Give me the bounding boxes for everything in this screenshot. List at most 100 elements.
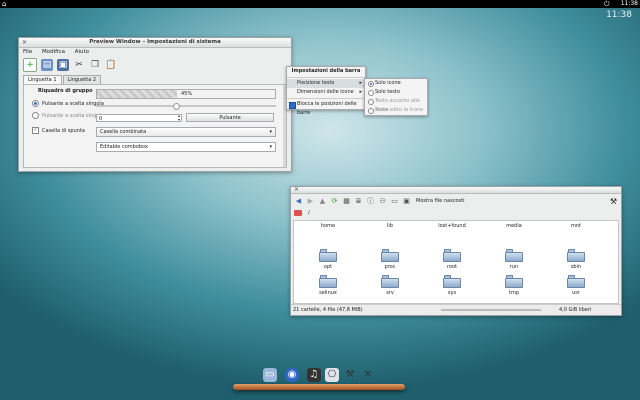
- browser-icon[interactable]: ◉: [285, 368, 299, 382]
- folder-label: tmp: [508, 290, 519, 296]
- spinbox[interactable]: 0 ▴ ▾: [96, 114, 182, 122]
- tab-2[interactable]: Linguetta 2: [62, 75, 102, 84]
- radio-label: Pulsante a scelta singola: [42, 100, 104, 107]
- checkbox-checked-icon[interactable]: ✓: [32, 127, 39, 134]
- submenu-label: Solo testo: [375, 89, 400, 95]
- power-icon[interactable]: ⏻: [604, 0, 612, 8]
- binoculars-icon[interactable]: ⚇: [378, 197, 387, 206]
- menu-item-label: Posizione testo: [297, 80, 335, 86]
- submenu-text-beside[interactable]: Testo accanto alle icone: [365, 97, 427, 113]
- submenu-icons-only[interactable]: Solo icone: [365, 79, 427, 88]
- new-file-icon[interactable]: +: [23, 58, 37, 72]
- folder-label: home: [320, 223, 336, 229]
- forward-arrow-icon[interactable]: ▶: [306, 197, 315, 206]
- radio-unselected-icon[interactable]: [32, 112, 39, 119]
- image-icon[interactable]: ▤: [41, 59, 53, 71]
- window-titlebar[interactable]: ✕ Preview Window – Impostazioni di siste…: [19, 38, 291, 48]
- folder-item[interactable]: tmp: [494, 275, 534, 296]
- folder-item[interactable]: run: [494, 249, 534, 270]
- folder-label: proc: [384, 264, 396, 270]
- folder-item[interactable]: root: [432, 249, 472, 270]
- tools-icon[interactable]: ⚒: [610, 197, 617, 206]
- folder-item[interactable]: sbin: [556, 249, 596, 270]
- slider-handle[interactable]: [173, 103, 180, 110]
- menu-item-lock-toolbars[interactable]: Blocca le posizioni delle barre: [287, 100, 365, 116]
- push-button[interactable]: Pulsante: [186, 113, 274, 122]
- radio-option-2[interactable]: Pulsante a scelta singola: [32, 112, 104, 119]
- show-hidden-label[interactable]: Mostra file nascosti: [416, 198, 464, 204]
- reload-icon[interactable]: ⟳: [330, 197, 339, 206]
- folder-icon: [381, 275, 399, 288]
- spin-arrows-icon[interactable]: ▴ ▾: [178, 114, 180, 122]
- folder-item[interactable]: selinux: [308, 275, 348, 296]
- tools-icon[interactable]: ⚒: [343, 368, 357, 382]
- cut-icon[interactable]: ✂: [73, 59, 85, 71]
- chevron-down-icon[interactable]: ▾: [269, 143, 272, 152]
- chevron-down-icon[interactable]: ▾: [269, 128, 272, 137]
- menu-edit[interactable]: Modifica: [42, 49, 65, 55]
- network-icon[interactable]: ⎔: [325, 368, 339, 382]
- icon-view-icon[interactable]: ▦: [342, 197, 351, 206]
- radio-unselected-icon[interactable]: [368, 90, 374, 96]
- radio-unselected-icon[interactable]: [368, 99, 374, 105]
- paste-icon[interactable]: 📋: [105, 59, 117, 71]
- menu-help[interactable]: Aiuto: [75, 49, 89, 55]
- copy-icon[interactable]: ❐: [89, 59, 101, 71]
- folder-icon: [505, 249, 523, 262]
- menu-item-icon-size[interactable]: Dimensioni delle icone ▸: [287, 88, 365, 97]
- folder-icon[interactable]: ▭: [263, 368, 277, 382]
- radio-selected-icon[interactable]: [368, 81, 374, 87]
- folder-item[interactable]: media: [494, 223, 534, 229]
- slider[interactable]: [96, 103, 276, 110]
- radio-unselected-icon[interactable]: [368, 108, 374, 114]
- settings-tools-icon[interactable]: ✕: [361, 368, 375, 382]
- menu-header: Impostazioni della barra: [291, 68, 361, 74]
- folder-icon: [443, 249, 461, 262]
- folder-item[interactable]: lost+found: [432, 223, 472, 229]
- submenu-text-only[interactable]: Solo testo: [365, 88, 427, 97]
- editable-combobox[interactable]: Editable combobox ▾: [96, 142, 276, 152]
- folder-item[interactable]: usr: [556, 275, 596, 296]
- folder-item[interactable]: sys: [432, 275, 472, 296]
- checkbox-row[interactable]: ✓ Casella di spunta: [32, 127, 85, 134]
- close-icon[interactable]: ✕: [21, 39, 28, 46]
- folder-label: lib: [387, 223, 393, 229]
- file-manager-window: ✕ ◀ ▶ ▲ ⟳ ▦ ≣ ⓘ ⚇ ▭ ▣ Mostra file nascos…: [290, 186, 622, 316]
- menu-item-label: Blocca le posizioni delle barre: [297, 101, 357, 116]
- up-arrow-icon[interactable]: ▲: [318, 197, 327, 206]
- window-titlebar[interactable]: ✕: [291, 186, 621, 194]
- radio-selected-icon[interactable]: [32, 100, 39, 107]
- radio-option-1[interactable]: Pulsante a scelta singola: [32, 100, 104, 107]
- submenu-text-under[interactable]: Testo sotto le icone: [365, 106, 427, 115]
- folder-item[interactable]: opt: [308, 249, 348, 270]
- menu-file[interactable]: File: [23, 49, 32, 55]
- folder-item[interactable]: home: [308, 223, 348, 229]
- checkbox-checked-icon[interactable]: [289, 102, 296, 109]
- drive-icon[interactable]: [294, 210, 302, 216]
- folder-item[interactable]: srv: [370, 275, 410, 296]
- panel-clock[interactable]: 11:38: [621, 0, 638, 8]
- close-icon[interactable]: ✕: [293, 186, 300, 193]
- folder-item[interactable]: lib: [370, 223, 410, 229]
- back-arrow-icon[interactable]: ◀: [294, 197, 303, 206]
- menu-item-text-position[interactable]: Posizione testo ▸: [287, 79, 365, 88]
- combobox[interactable]: Casella combinata ▾: [96, 127, 276, 137]
- desktop-clock: 11:38: [606, 10, 632, 20]
- home-icon[interactable]: ⌂: [2, 0, 10, 8]
- zoom-slider[interactable]: [441, 309, 541, 311]
- folder-item[interactable]: mnt: [556, 223, 596, 229]
- list-view-icon[interactable]: ≣: [354, 197, 363, 206]
- tab-1[interactable]: Linguetta 1: [23, 75, 62, 84]
- save-icon[interactable]: ▣: [57, 59, 69, 71]
- text-position-submenu: Solo icone Solo testo Testo accanto alle…: [364, 78, 428, 116]
- folder-view: home lib lost+found media mnt opt proc root run s…: [293, 220, 619, 304]
- preview-icon[interactable]: ▣: [402, 197, 411, 206]
- music-icon[interactable]: ♫: [307, 368, 321, 382]
- folder-item[interactable]: proc: [370, 249, 410, 270]
- folder-icon: [567, 249, 585, 262]
- folder-label: mnt: [571, 223, 581, 229]
- terminal-icon[interactable]: ▭: [390, 197, 399, 206]
- path-root[interactable]: /: [308, 210, 310, 216]
- info-icon[interactable]: ⓘ: [366, 197, 375, 206]
- tab-bar: Linguetta 1 Linguetta 2: [19, 75, 291, 84]
